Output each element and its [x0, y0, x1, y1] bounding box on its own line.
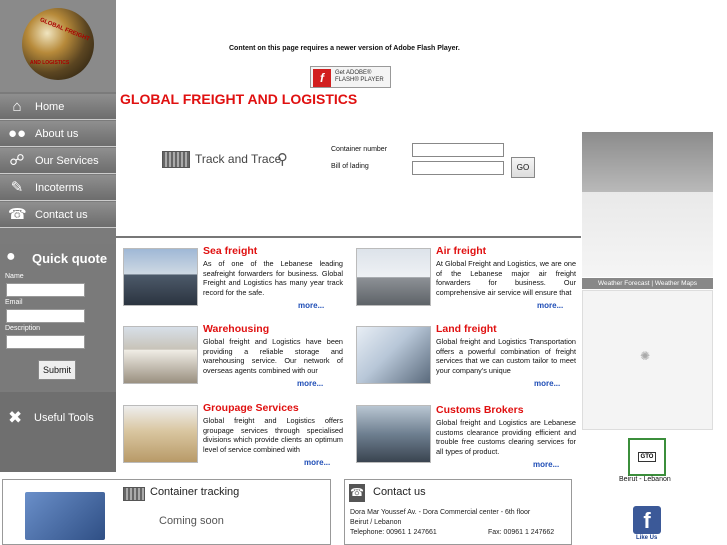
- groupage-more-link[interactable]: more...: [304, 458, 330, 467]
- contact-title: Contact us: [373, 486, 426, 498]
- land-freight-more-link[interactable]: more...: [534, 379, 560, 388]
- useful-tools[interactable]: ✖ Useful Tools: [0, 392, 116, 472]
- sea-freight-title[interactable]: Sea freight: [203, 245, 257, 257]
- useful-tools-label: Useful Tools: [34, 412, 94, 424]
- name-input[interactable]: [6, 283, 85, 297]
- nav-contact-label: Contact us: [35, 209, 88, 221]
- container-tracking-box: Container tracking Coming soon: [2, 479, 331, 545]
- nav-about-us[interactable]: ●● About us: [0, 121, 116, 147]
- phone-icon: ☎: [349, 484, 365, 502]
- container-icon: [123, 487, 145, 501]
- air-freight-image: [356, 248, 431, 306]
- container-tracking-title: Container tracking: [150, 486, 240, 498]
- like-us-label[interactable]: Like Us: [636, 535, 657, 541]
- flash-line2: FLASH® PLAYER: [335, 77, 384, 83]
- nav-contact-us[interactable]: ☎ Contact us: [0, 202, 116, 228]
- bill-of-lading-label: Bill of lading: [331, 163, 369, 170]
- nav-about-label: About us: [35, 128, 79, 140]
- coming-soon-label: Coming soon: [159, 515, 224, 527]
- go-button[interactable]: GO: [511, 157, 535, 178]
- email-label: Email: [5, 299, 23, 306]
- home-icon: ⌂: [12, 98, 22, 115]
- gto-badge: GTO: [638, 452, 656, 462]
- site-title: GLOBAL FREIGHT AND LOGISTICS: [120, 91, 358, 107]
- pen-icon: ✎: [10, 179, 24, 196]
- tools-icon: ✖: [8, 408, 23, 427]
- track-and-trace-label: Track and Trace: [195, 152, 282, 166]
- flash-line1: Get ADOBE®: [335, 70, 372, 76]
- nav-incoterms-label: Incoterms: [35, 182, 84, 194]
- weather-links[interactable]: Weather Forecast | Weather Maps: [582, 278, 713, 289]
- people-icon: ●●: [8, 125, 27, 142]
- phone-icon: ☎: [8, 206, 27, 223]
- groupage-text: Global freight and Logistics offers grou…: [203, 416, 343, 454]
- search-icon: ⚲: [277, 151, 288, 168]
- customs-more-link[interactable]: more...: [533, 460, 559, 469]
- nav-home[interactable]: ⌂ Home: [0, 94, 116, 120]
- land-freight-text: Global freight and Logistics Transportat…: [436, 337, 576, 375]
- contact-telephone: Telephone: 00961 1 247661: [350, 529, 437, 536]
- loading-spinner-icon: ✺: [640, 349, 651, 363]
- get-flash-player-button[interactable]: f Get ADOBE® FLASH® PLAYER: [310, 66, 391, 88]
- description-label: Description: [5, 325, 41, 332]
- sea-freight-more-link[interactable]: more...: [298, 301, 324, 310]
- warehousing-image: [123, 326, 198, 384]
- shipping-container-image: [25, 492, 105, 540]
- land-freight-title[interactable]: Land freight: [436, 323, 497, 335]
- divider: [116, 236, 581, 238]
- weather-header: [582, 132, 713, 192]
- gto-logo[interactable]: GTO: [628, 438, 666, 476]
- globe-icon: [22, 8, 94, 80]
- contact-address-line1: Dora Mar Youssef Av. - Dora Commercial c…: [350, 509, 531, 516]
- container-number-input[interactable]: [412, 143, 504, 157]
- air-freight-title[interactable]: Air freight: [436, 245, 486, 257]
- contact-fax: Fax: 00961 1 247662: [488, 529, 555, 536]
- flash-icon: f: [313, 69, 331, 87]
- nav-incoterms[interactable]: ✎ Incoterms: [0, 175, 116, 201]
- logo-sub-text: AND LOGISTICS: [30, 60, 70, 66]
- sea-freight-image: [123, 248, 198, 306]
- flash-message: Content on this page requires a newer ve…: [229, 45, 460, 52]
- customs-image: [356, 405, 431, 463]
- groupage-image: [123, 405, 198, 463]
- contact-box: ☎ Contact us Dora Mar Youssef Av. - Dora…: [344, 479, 572, 545]
- warehousing-text: Global freight and Logistics have been p…: [203, 337, 343, 375]
- facebook-icon[interactable]: f: [633, 506, 661, 534]
- name-label: Name: [5, 273, 24, 280]
- company-logo[interactable]: GLOBAL FREIGHT AND LOGISTICS: [0, 0, 116, 92]
- quick-quote-title: Quick quote: [32, 251, 108, 266]
- weather-banner: [582, 192, 713, 277]
- groupage-title[interactable]: Groupage Services: [203, 402, 299, 414]
- flash-button-text: Get ADOBE® FLASH® PLAYER: [335, 70, 384, 84]
- container-number-label: Container number: [331, 146, 388, 153]
- customs-text: Global freight and Logistics are Lebanes…: [436, 418, 576, 456]
- nav-our-services[interactable]: ☍ Our Services: [0, 148, 116, 174]
- container-icon: [162, 151, 190, 168]
- description-input[interactable]: [6, 335, 85, 349]
- warehousing-title[interactable]: Warehousing: [203, 323, 269, 335]
- email-input[interactable]: [6, 309, 85, 323]
- person-icon: ●: [6, 248, 16, 265]
- bill-of-lading-input[interactable]: [412, 161, 504, 175]
- nav-services-label: Our Services: [35, 155, 99, 167]
- gto-location: Beirut - Lebanon: [619, 476, 671, 483]
- cart-icon: ☍: [9, 152, 25, 169]
- air-freight-more-link[interactable]: more...: [537, 301, 563, 310]
- sea-freight-text: As of one of the Lebanese leading seafre…: [203, 259, 343, 297]
- submit-button[interactable]: Submit: [38, 360, 76, 380]
- contact-address-line2: Beirut / Lebanon: [350, 519, 402, 526]
- warehousing-more-link[interactable]: more...: [297, 379, 323, 388]
- air-freight-text: At Global Freight and Logistics, we are …: [436, 259, 576, 297]
- nav-home-label: Home: [35, 101, 65, 113]
- customs-title[interactable]: Customs Brokers: [436, 404, 524, 416]
- land-freight-image: [356, 326, 431, 384]
